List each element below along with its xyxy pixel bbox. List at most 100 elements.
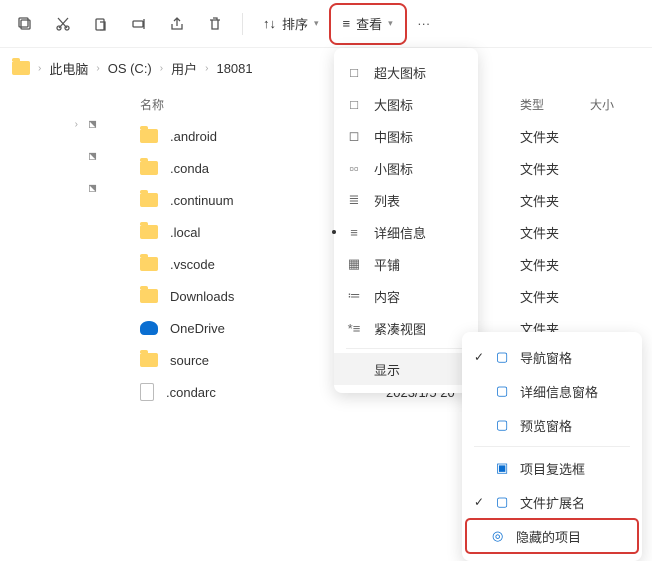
chevron-right-icon: › — [96, 63, 99, 74]
pane-icon: ◎ — [492, 528, 508, 544]
menu-item-label: 紧凑视图 — [374, 319, 466, 338]
submenu-item[interactable]: ▢预览窗格 — [462, 408, 642, 442]
paste-icon[interactable] — [84, 7, 118, 41]
check-icon: ✓ — [474, 350, 488, 364]
view-button[interactable]: ≡ 查看 ▾ — [333, 7, 403, 41]
submenu-item[interactable]: ✓ ▢ 文件扩展名 — [462, 485, 642, 519]
file-type: 文件夹 — [520, 287, 590, 306]
folder-icon — [140, 161, 158, 175]
delete-icon[interactable] — [198, 7, 232, 41]
pane-icon: ▢ — [496, 383, 512, 399]
sidebar-item[interactable]: ⬘ — [0, 172, 112, 204]
view-mode-icon: ≣ — [346, 192, 362, 208]
submenu-item[interactable]: ▢ 详细信息窗格 — [462, 374, 642, 408]
submenu-item-label: 预览窗格 — [520, 416, 630, 435]
submenu-item-label: 文件扩展名 — [520, 493, 630, 512]
menu-item-label: 小图标 — [374, 159, 466, 178]
sort-button[interactable]: ↑↓ 排序 ▾ — [253, 7, 329, 41]
view-mode-icon: □ — [346, 65, 362, 80]
view-mode-icon: ▫▫ — [346, 161, 362, 176]
menu-item[interactable]: □ 大图标 — [334, 88, 478, 120]
pane-icon: ▢ — [496, 349, 512, 365]
pane-icon: ▣ — [496, 460, 512, 476]
menu-item-label: 内容 — [374, 287, 466, 306]
show-submenu: ✓ ▢ 导航窗格 ▢ 详细信息窗格 ▢预览窗格 ▣ 项目复选框 ✓ ▢ 文件扩展名 ◎ 隐藏的项目 — [462, 332, 642, 561]
chevron-right-icon: › — [75, 119, 78, 130]
sort-label: 排序 — [282, 14, 308, 33]
menu-item-label: 大图标 — [374, 95, 466, 114]
menu-item[interactable]: ▫▫ 小图标 — [334, 152, 478, 184]
view-mode-icon: ≔ — [346, 288, 362, 304]
list-icon: ≡ — [343, 16, 351, 31]
submenu-item[interactable]: ◎ 隐藏的项目 — [466, 519, 638, 553]
toolbar: ↑↓ 排序 ▾ ≡ 查看 ▾ ··· — [0, 0, 652, 48]
check-icon: ✓ — [474, 495, 488, 509]
folder-icon — [140, 353, 158, 367]
submenu-item[interactable]: ✓ ▢ 导航窗格 — [462, 340, 642, 374]
pane-icon: ▢ — [496, 494, 512, 510]
folder-icon — [140, 257, 158, 271]
cloud-icon — [140, 321, 158, 335]
folder-icon — [12, 61, 30, 75]
menu-item-label: 中图标 — [374, 127, 466, 146]
menu-item-label: 详细信息 — [374, 223, 466, 242]
sort-icon: ↑↓ — [263, 16, 276, 31]
menu-item[interactable]: □ 超大图标 — [334, 56, 478, 88]
folder-icon — [140, 225, 158, 239]
submenu-item-label: 项目复选框 — [520, 459, 630, 478]
file-type: 文件夹 — [520, 127, 590, 146]
menu-item-show[interactable]: 显示 › — [334, 353, 478, 385]
submenu-item[interactable]: ▣ 项目复选框 — [462, 451, 642, 485]
view-mode-icon: ▦ — [346, 256, 362, 272]
pin-icon: ⬘ — [84, 115, 102, 133]
menu-item[interactable]: ≣ 列表 — [334, 184, 478, 216]
copy-icon[interactable] — [8, 7, 42, 41]
sidebar-item[interactable]: ⬘ — [0, 140, 112, 172]
file-type: 文件夹 — [520, 223, 590, 242]
folder-icon — [140, 193, 158, 207]
chevron-right-icon: › — [38, 63, 41, 74]
rename-icon[interactable] — [122, 7, 156, 41]
submenu-item-label: 导航窗格 — [520, 348, 630, 367]
share-icon[interactable] — [160, 7, 194, 41]
menu-item-label: 超大图标 — [374, 63, 466, 82]
view-mode-icon: ≡ — [346, 225, 362, 240]
chevron-right-icon: › — [160, 63, 163, 74]
menu-item[interactable]: ◻ 中图标 — [334, 120, 478, 152]
submenu-item-label: 隐藏的项目 — [516, 527, 630, 546]
menu-item[interactable]: ≔ 内容 — [334, 280, 478, 312]
submenu-item-label: 详细信息窗格 — [520, 382, 630, 401]
cut-icon[interactable] — [46, 7, 80, 41]
view-mode-icon: ◻ — [346, 128, 362, 144]
folder-icon — [140, 129, 158, 143]
chevron-right-icon: › — [205, 63, 208, 74]
breadcrumb-item[interactable]: OS (C:) — [108, 61, 152, 76]
column-size[interactable]: 大小 — [590, 96, 652, 113]
chevron-down-icon: ▾ — [314, 18, 319, 29]
menu-item-label: 平铺 — [374, 255, 466, 274]
file-icon — [140, 383, 154, 401]
file-type: 文件夹 — [520, 255, 590, 274]
breadcrumb-item[interactable]: 此电脑 — [49, 59, 88, 78]
selected-dot — [332, 230, 336, 234]
view-mode-icon: *≡ — [346, 321, 362, 336]
pin-icon: ⬘ — [84, 179, 102, 197]
breadcrumb[interactable]: › 此电脑 › OS (C:) › 用户 › 18081 — [0, 48, 652, 88]
breadcrumb-item[interactable]: 用户 — [171, 59, 197, 78]
menu-item-label: 显示 — [374, 360, 451, 379]
menu-item[interactable]: *≡ 紧凑视图 — [334, 312, 478, 344]
chevron-down-icon: ▾ — [388, 18, 393, 29]
file-type: 文件夹 — [520, 191, 590, 210]
menu-item[interactable]: ≡ 详细信息 — [334, 216, 478, 248]
pin-icon: ⬘ — [84, 147, 102, 165]
folder-icon — [140, 289, 158, 303]
menu-item[interactable]: ▦ 平铺 — [334, 248, 478, 280]
column-type[interactable]: 类型 — [520, 96, 590, 113]
sidebar-item[interactable]: ›⬘ — [0, 108, 112, 140]
view-mode-icon: □ — [346, 97, 362, 112]
menu-item-label: 列表 — [374, 191, 466, 210]
more-icon[interactable]: ··· — [407, 7, 441, 41]
view-label: 查看 — [356, 14, 382, 33]
breadcrumb-item[interactable]: 18081 — [216, 61, 252, 76]
sidebar: ›⬘ ⬘ ⬘ — [0, 88, 112, 536]
